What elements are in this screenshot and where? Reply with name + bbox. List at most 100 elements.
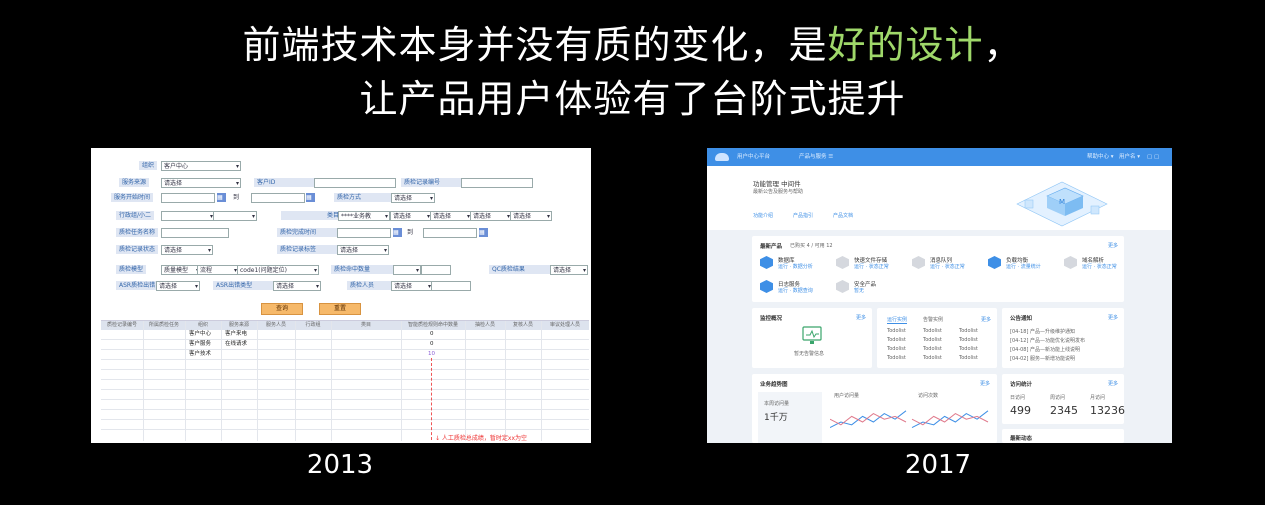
tab-running[interactable]: 运行实例 [887,316,908,324]
old-select-category-2[interactable]: 请选择 [390,211,432,221]
todo-cell[interactable]: Todolist [887,355,906,361]
table-row [101,380,589,390]
calendar-icon[interactable]: ▦ [393,228,402,237]
cloud-logo-icon [715,153,729,161]
old-label-record-status: 质检记录状态 [116,245,159,254]
old-select-category-5[interactable]: 请选择 [510,211,552,221]
todo-cell[interactable]: Todolist [959,328,978,334]
brand-name: 用户中心平台 [737,154,771,160]
product-desc: 暂无 [854,288,865,294]
old-select-group-1[interactable] [161,211,215,221]
old-input-finish-start[interactable] [337,228,391,238]
todo-cell[interactable]: Todolist [887,346,906,352]
tab-alarm[interactable]: 告警实例 [923,316,943,323]
action-intro-link[interactable]: 功能介绍 [753,212,773,219]
notice-item[interactable]: [04-08] 产品—新功能上线说明 [1010,346,1080,353]
table-header-cell: 审议处理人员 [549,322,580,328]
calendar-icon[interactable]: ▦ [306,193,315,202]
old-select-code[interactable]: code1(问题定位) [237,265,319,275]
stats-more-link[interactable]: 更多 [1108,380,1118,387]
table-row [101,420,589,430]
old-select-category-3[interactable]: 请选择 [430,211,472,221]
product-desc: 运行 · 数据分析 [778,264,813,270]
table-row[interactable]: 客户服务 在线请求 0 [101,340,589,350]
stats-card: 访问统计 更多 日访问 周访问 月访问 499 2345 13236 [1002,374,1125,424]
old-select-record-status[interactable]: 请选择 [161,245,213,255]
old-input-customer-id[interactable] [314,178,396,188]
old-input-end-date[interactable] [251,193,305,203]
old-label-inspector: 质检人员 [347,281,393,290]
monitor-card: 监控概况 更多 暂无告警信息 [752,308,872,368]
action-docs-link[interactable]: 产品文档 [833,212,853,219]
activity-title: 最新动态 [1010,436,1033,442]
old-input-task-name[interactable] [161,228,229,238]
todo-cell[interactable]: Todolist [887,337,906,343]
old-select-source[interactable]: 请选择 [161,178,241,188]
todo-cell[interactable]: Todolist [923,355,942,361]
action-guide-link[interactable]: 产品指引 [793,212,813,219]
old-label-record-no: 质检记录编号 [401,178,465,187]
trend-chart [830,410,989,429]
todo-cell[interactable]: Todolist [923,337,942,343]
table-header-cell: 类目 [360,322,371,328]
notice-item[interactable]: [04-18] 产品—升级维护通知 [1010,328,1075,335]
old-select-asr-type[interactable]: 请选择 [273,281,321,291]
calendar-icon[interactable]: ▦ [479,228,488,237]
todo-cell[interactable]: Todolist [923,328,942,334]
old-select-category[interactable]: ****业务教 [338,211,390,221]
old-select-group-2[interactable] [213,211,257,221]
old-query-button[interactable]: 查询 [261,303,303,315]
old-select-record-tag[interactable]: 请选择 [337,245,389,255]
old-input-record-no[interactable] [461,178,533,188]
notices-more-link[interactable]: 更多 [1108,314,1118,321]
old-select-inspector[interactable]: 请选择 [391,281,433,291]
product-desc: 运行 · 状态正常 [1082,264,1117,270]
table-row[interactable]: 客户中心 客户来电 0 [101,330,589,340]
old-label-source: 服务来源 [119,178,150,187]
todo-cell[interactable]: Todolist [959,337,978,343]
grid-icon[interactable]: ▢ ▢ [1147,148,1159,166]
old-label-org: 组织 [139,161,158,170]
calendar-icon[interactable]: ▦ [217,193,226,202]
monitor-title: 监控概况 [760,316,783,322]
old-select-category-4[interactable]: 请选择 [470,211,512,221]
old-select-flow[interactable]: 流程 [197,265,239,275]
stats-title: 访问统计 [1010,382,1033,388]
todo-cell[interactable]: Todolist [923,346,942,352]
product-icon [912,256,925,269]
old-input-start-date[interactable] [161,193,215,203]
monitor-more-link[interactable]: 更多 [856,314,866,321]
todo-more-link[interactable]: 更多 [981,316,991,323]
products-more-link[interactable]: 更多 [1108,242,1118,249]
old-label-hit-count: 质检命中数量 [331,265,395,274]
table-row[interactable]: 客户技术 10 [101,350,589,360]
todo-cell[interactable]: Todolist [959,355,978,361]
old-select-model[interactable]: 质量模型 [161,265,201,275]
table-header-cell: 服务人员 [265,322,286,328]
old-select-asr-error[interactable]: 请选择 [156,281,200,291]
old-label-task-name: 质检任务名称 [116,228,159,237]
old-select-qc-result[interactable]: 请选择 [550,265,588,275]
old-select-hit-op[interactable] [393,265,421,275]
notice-item[interactable]: [04-12] 产品—功能优化说明发布 [1010,337,1085,344]
notice-item[interactable]: [04-02] 服务—新增功能说明 [1010,355,1075,362]
old-select-method[interactable]: 请选择 [391,193,435,203]
old-input-finish-end[interactable] [423,228,477,238]
old-input-inspector[interactable] [431,281,471,291]
table-header: 质检记录编号 所属质检任务 组织 服务来源 服务人员 行政组 类目 智能质检规则… [101,321,589,330]
todo-cell[interactable]: Todolist [959,346,978,352]
nav-user[interactable]: 用户名 ▾ [1119,148,1140,166]
row-org: 客户服务 [189,341,212,347]
table-header-cell: 复核人员 [512,322,533,328]
table-header-cell: 所属质检任务 [148,322,179,328]
old-label-customer-id: 客户ID [254,178,318,187]
old-label-qc-result: QC质检结果 [489,265,553,274]
stats-value: 499 [1010,404,1031,417]
old-reset-button[interactable]: 重置 [319,303,361,315]
old-select-org[interactable]: 客户中心 [161,161,241,171]
nav-help[interactable]: 帮助中心 ▾ [1087,148,1114,166]
old-input-hit-count[interactable] [421,265,451,275]
todo-cell[interactable]: Todolist [887,328,906,334]
nav-products[interactable]: 产品与服务 ☰ [799,148,833,166]
trend-more-link[interactable]: 更多 [980,380,990,387]
